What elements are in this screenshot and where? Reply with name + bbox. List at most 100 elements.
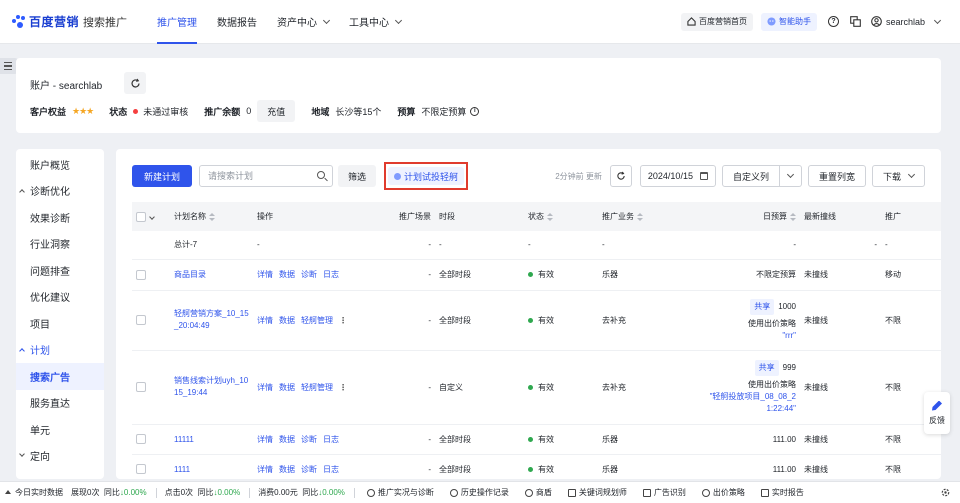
- op-data-link[interactable]: 数据: [279, 316, 295, 325]
- tool-realtime-report[interactable]: 实时报告: [760, 487, 804, 498]
- menu-label: 诊断优化: [30, 187, 70, 199]
- row-checkbox[interactable]: [136, 315, 146, 325]
- budget-cell[interactable]: 共享 1000 使用出价策略 "rrr": [699, 290, 800, 351]
- budget-cell[interactable]: 共享 999 使用出价策略 "轻舸投放项目_08_08_21:22:44": [699, 350, 800, 425]
- sidebar-item-effect-diagnosis[interactable]: 效果诊断: [16, 204, 104, 231]
- budget-cell[interactable]: 111.00: [699, 454, 800, 479]
- region-value[interactable]: 长沙等15个: [335, 105, 381, 118]
- nav-data-report[interactable]: 数据报告: [207, 0, 267, 44]
- nav-asset-center[interactable]: 资产中心: [267, 0, 339, 44]
- plan-name-link[interactable]: 商品目录: [170, 259, 253, 291]
- custom-columns-button[interactable]: 自定义列: [721, 165, 780, 187]
- new-plan-button[interactable]: 新建计划: [132, 165, 193, 187]
- bid-strategy-link[interactable]: "rrr": [703, 330, 796, 342]
- charge-button[interactable]: 充值: [257, 100, 296, 122]
- sidebar-item-project[interactable]: 项目: [16, 310, 104, 337]
- sidebar-item-account-overview[interactable]: 账户概览: [16, 151, 104, 178]
- filter-button[interactable]: 筛选: [338, 165, 377, 187]
- op-diagnose-link[interactable]: 诊断: [301, 465, 317, 474]
- more-options-icon[interactable]: ⋮: [339, 383, 347, 392]
- budget-cell[interactable]: 不限定预算: [699, 259, 800, 291]
- op-qingge-manage-link[interactable]: 轻舸管理: [301, 383, 333, 392]
- sort-icon[interactable]: [637, 212, 643, 221]
- plan-search-input[interactable]: [208, 171, 309, 181]
- realtime-data-toggle[interactable]: 今日实时数据: [4, 487, 63, 498]
- op-data-link[interactable]: 数据: [279, 383, 295, 392]
- op-data-link[interactable]: 数据: [279, 435, 295, 444]
- reset-column-width-button[interactable]: 重置列宽: [807, 165, 866, 187]
- nav-tool-center[interactable]: 工具中心: [339, 0, 411, 44]
- plan-name-link[interactable]: 销售线索计划uyh_1015_19:44: [170, 350, 253, 425]
- refresh-data-button[interactable]: [609, 165, 632, 187]
- sidebar-item-search-ads[interactable]: 搜索广告: [16, 363, 104, 390]
- header-business[interactable]: 推广业务: [598, 202, 699, 231]
- sidebar-item-unit[interactable]: 单元: [16, 416, 104, 443]
- sidebar-group-plan[interactable]: 计划: [16, 337, 104, 364]
- op-diagnose-link[interactable]: 诊断: [301, 270, 317, 279]
- op-detail-link[interactable]: 详情: [257, 270, 273, 279]
- sidebar-item-optimization[interactable]: 优化建议: [16, 284, 104, 311]
- question-icon[interactable]: ?: [827, 16, 839, 27]
- tool-bid-strategy[interactable]: 出价策略: [701, 487, 745, 498]
- plan-name-link[interactable]: 轻舸营销方案_10_15_20:04:49: [170, 290, 253, 351]
- feedback-button[interactable]: 反馈: [924, 392, 950, 434]
- op-qingge-manage-link[interactable]: 轻舸管理: [301, 316, 333, 325]
- op-detail-link[interactable]: 详情: [257, 316, 273, 325]
- logo[interactable]: 百度营销 搜索推广: [12, 13, 127, 30]
- tool-keyword-planner[interactable]: 关键词规划师: [567, 487, 627, 498]
- bid-strategy-link[interactable]: "轻舸投放项目_08_08_21:22:44": [703, 391, 796, 415]
- sort-icon[interactable]: [790, 212, 796, 221]
- nav-promotion-management[interactable]: 推广管理: [147, 0, 207, 44]
- op-data-link[interactable]: 数据: [279, 465, 295, 474]
- op-detail-link[interactable]: 详情: [257, 465, 273, 474]
- header-status[interactable]: 状态: [524, 202, 598, 231]
- custom-columns-dropdown[interactable]: [779, 165, 802, 187]
- row-checkbox[interactable]: [136, 434, 146, 444]
- sidebar-item-troubleshoot[interactable]: 问题排查: [16, 257, 104, 284]
- op-data-link[interactable]: 数据: [279, 270, 295, 279]
- row-checkbox[interactable]: [136, 382, 146, 392]
- menu-label: 问题排查: [30, 266, 70, 278]
- sidebar-group-diagnosis[interactable]: 诊断优化: [16, 178, 104, 205]
- row-checkbox[interactable]: [136, 269, 146, 280]
- date-picker[interactable]: 2024/10/15: [639, 165, 716, 187]
- row-checkbox[interactable]: [136, 464, 146, 474]
- header-plan-name[interactable]: 计划名称: [170, 202, 253, 231]
- download-button[interactable]: 下载: [871, 165, 925, 187]
- tool-ad-recognition[interactable]: 广告识别: [642, 487, 686, 498]
- op-diagnose-link[interactable]: 诊断: [301, 435, 317, 444]
- info-icon[interactable]: i: [470, 106, 480, 116]
- smart-assistant-button[interactable]: 智能助手: [760, 12, 817, 31]
- tool-shangdun[interactable]: 商盾: [524, 487, 552, 498]
- sidebar-group-targeting[interactable]: 定向: [16, 443, 104, 470]
- account-refresh-button[interactable]: [124, 72, 146, 94]
- brand-name: 百度营销: [29, 15, 80, 29]
- sort-icon[interactable]: [547, 212, 553, 221]
- plan-name-link[interactable]: 1111: [170, 454, 253, 479]
- budget-cell[interactable]: 111.00: [699, 424, 800, 455]
- search-icon[interactable]: [317, 171, 326, 179]
- op-log-link[interactable]: 日志: [323, 270, 339, 279]
- user-menu[interactable]: searchlab: [871, 16, 942, 27]
- tool-live-diagnosis[interactable]: 推广实况与诊断: [366, 487, 434, 498]
- sidebar-item-service-direct[interactable]: 服务直达: [16, 390, 104, 417]
- sort-icon[interactable]: [209, 212, 215, 221]
- tool-history-log[interactable]: 历史操作记录: [449, 487, 509, 498]
- op-detail-link[interactable]: 详情: [257, 383, 273, 392]
- baidu-marketing-home-button[interactable]: 百度营销首页: [680, 12, 753, 31]
- statusbar-settings[interactable]: [941, 488, 950, 497]
- copy-icon[interactable]: [850, 16, 861, 27]
- op-log-link[interactable]: 日志: [323, 435, 339, 444]
- sidebar-item-industry-insight[interactable]: 行业洞察: [16, 231, 104, 258]
- select-all-checkbox[interactable]: [136, 211, 146, 222]
- chevron-down-icon[interactable]: [149, 213, 155, 220]
- plan-name-link[interactable]: 11111: [170, 424, 253, 455]
- period-cell: 全部时段: [435, 454, 524, 479]
- op-detail-link[interactable]: 详情: [257, 435, 273, 444]
- region-label: 地域: [311, 106, 330, 117]
- more-options-icon[interactable]: ⋮: [339, 316, 347, 325]
- header-daily-budget[interactable]: 日预算: [699, 202, 800, 231]
- budget-value[interactable]: 不限定预算: [421, 105, 466, 118]
- op-log-link[interactable]: 日志: [323, 465, 339, 474]
- trial-boost-button[interactable]: 计划试投轻舸: [388, 167, 465, 185]
